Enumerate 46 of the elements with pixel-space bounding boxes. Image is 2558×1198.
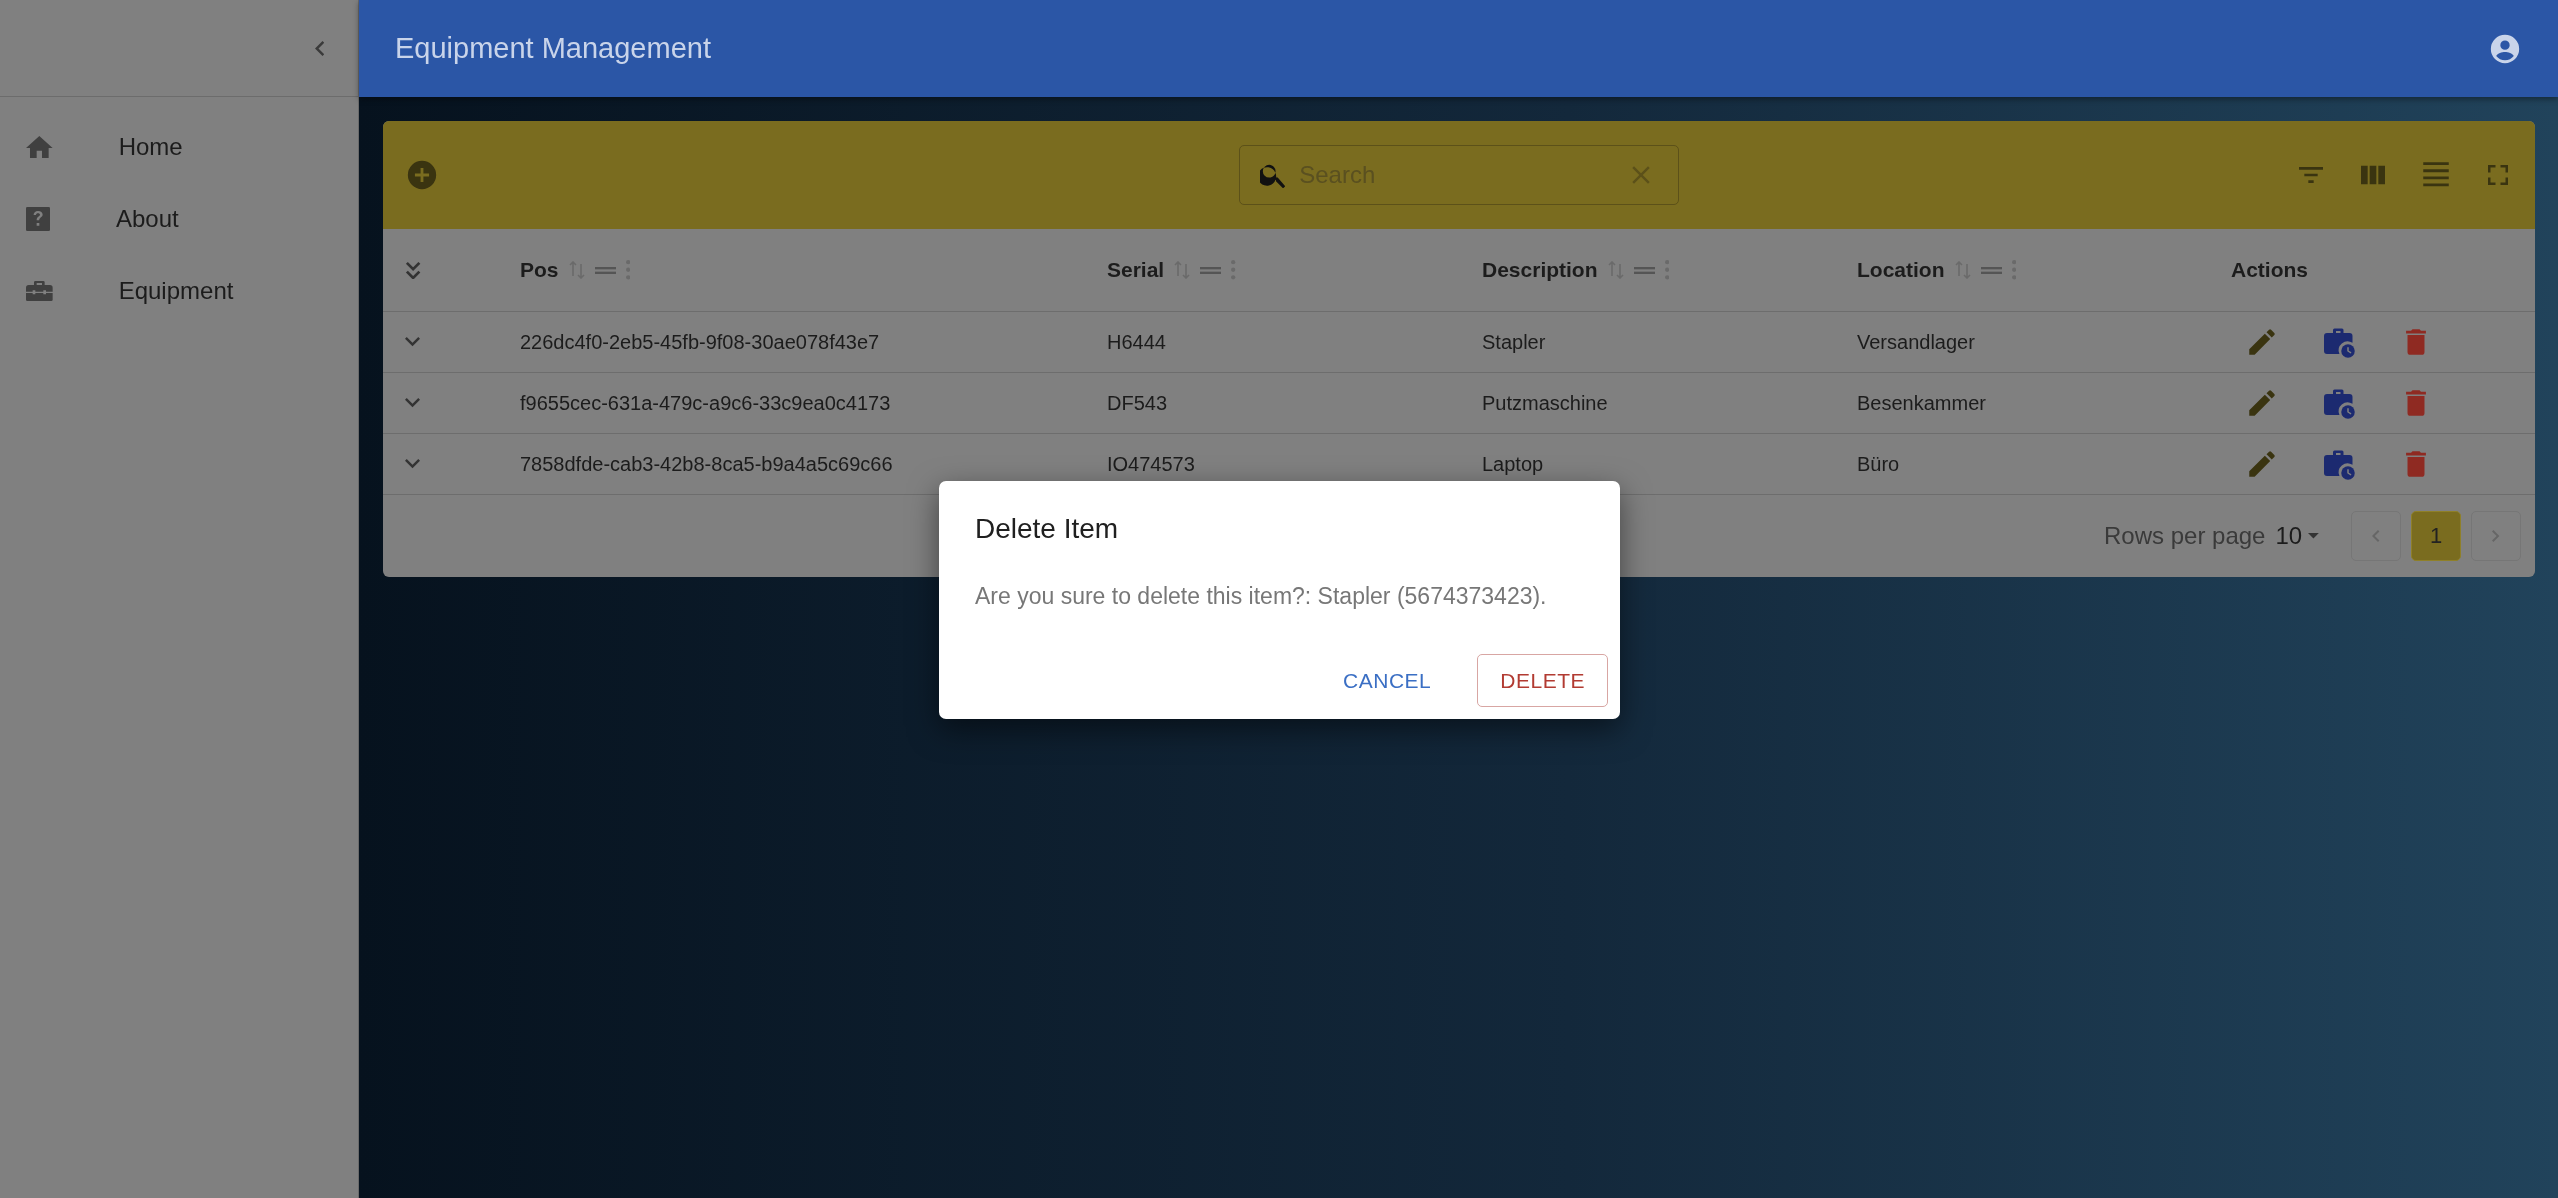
column-title[interactable]: Location [1857, 258, 1945, 282]
expand-all-icon [405, 260, 422, 280]
page-button[interactable]: 1 [2411, 511, 2461, 561]
drag-handle-icon [1980, 266, 2002, 274]
help-icon [26, 207, 50, 231]
table-cell: IO474573 [1107, 452, 1195, 476]
drag-handle-icon [1633, 266, 1655, 274]
table-cell: DF543 [1107, 391, 1168, 415]
rows-per-page-select[interactable]: 10 [2275, 522, 2319, 550]
dialog-message: Are you sure to delete this item?: Stapler (5674373423). [975, 583, 1548, 610]
column-title[interactable]: Actions [2231, 258, 2308, 282]
delete-button[interactable]: DELETE [1477, 654, 1608, 707]
table-cell: Büro [1857, 452, 1900, 476]
chevron-left-icon [314, 40, 324, 56]
chevron-right-icon [2492, 530, 2500, 542]
expand-row-icon [405, 337, 420, 347]
expand-row-icon [405, 398, 420, 408]
table-cell: 226dc4f0-2eb5-45fb-9f08-30ae078f43e7 [520, 330, 880, 354]
expand-row-icon [405, 459, 420, 469]
home-icon [26, 135, 53, 159]
table-cell: Besenkammer [1857, 391, 1986, 415]
sidebar-item[interactable]: Home [0, 111, 358, 183]
app-title: Equipment Management [395, 32, 711, 65]
table-cell: Stapler [1482, 330, 1546, 354]
rows-per-page-label: Rows per page [2104, 522, 2266, 550]
cancel-button[interactable]: CANCEL [1321, 654, 1454, 707]
sidebar-item[interactable]: Equipment [0, 255, 358, 327]
dropdown-caret-icon [2308, 533, 2319, 539]
table-cell: 7858dfde-cab3-42b8-8ca5-b9a4a5c69c66 [520, 452, 893, 476]
drag-handle-icon [594, 266, 616, 274]
column-title[interactable]: Serial [1107, 258, 1165, 282]
table-cell: Putzmaschine [1482, 391, 1608, 415]
toolbox-icon [26, 281, 53, 301]
column-title[interactable]: Description [1482, 258, 1598, 282]
next-page-button[interactable] [2471, 511, 2521, 561]
previous-page-button[interactable] [2351, 511, 2401, 561]
table-cell: Versandlager [1857, 330, 1975, 354]
chevron-left-icon [2372, 530, 2380, 542]
table-cell: f9655cec-631a-479c-a9c6-33c9ea0c4173 [520, 391, 891, 415]
table-cell: Laptop [1482, 452, 1544, 476]
drag-handle-icon [1200, 266, 1222, 274]
column-title[interactable]: Pos [520, 258, 559, 282]
table-cell: H6444 [1107, 330, 1166, 354]
search-icon [1260, 162, 1286, 188]
sidebar-item[interactable]: About [0, 183, 358, 255]
dialog-title: Delete Item [975, 513, 1120, 545]
